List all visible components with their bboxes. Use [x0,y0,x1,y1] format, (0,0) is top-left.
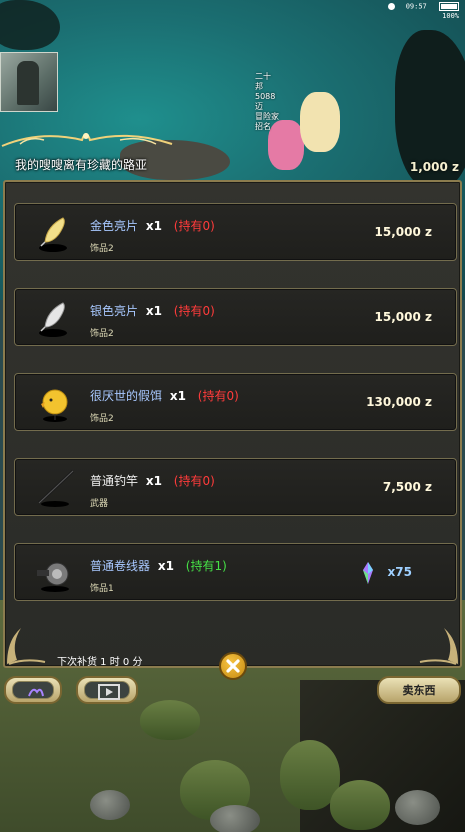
shop-panel: 金色亮片 x1 (持有0) 饰品2 15,000 z 银色亮片 x1 (持有0)… [3,180,462,668]
shop-item-row[interactable]: 普通卷线器 x1 (持有1) 饰品1 x75 [14,543,457,601]
status-bar: 09:57 100% [388,2,459,21]
shop-item-row[interactable]: 金色亮片 x1 (持有0) 饰品2 15,000 z [14,203,457,261]
shopkeeper-avatar [0,52,58,112]
item-owned-count: (持有0) [173,474,215,488]
button-inner [12,681,54,699]
corner-ornament-icon [7,628,46,665]
fishing-reel-icon [37,562,69,592]
item-quantity: x1 [145,474,162,488]
item-category: 饰品2 [90,329,114,339]
video-play-icon [98,684,120,700]
item-category: 饰品2 [90,414,114,424]
close-icon [226,659,240,673]
emote-button[interactable] [4,676,62,704]
item-owned-count: (持有1) [185,559,227,573]
foliage [140,700,200,740]
title-ornament-icon [1,133,173,147]
item-price: 7,500 z [382,480,432,494]
emote-icon [28,688,44,697]
close-button[interactable] [219,652,247,680]
npc-character[interactable] [300,92,340,152]
item-quantity: x1 [169,389,186,403]
item-owned-count: (持有0) [197,389,239,403]
item-quantity: x1 [157,559,174,573]
shop-item-row[interactable]: 普通钓竿 x1 (持有0) 武器 7,500 z [14,458,457,516]
item-quantity: x1 [145,304,162,318]
sell-button[interactable]: 卖东西 [377,676,461,704]
item-name-line: 普通卷线器 x1 (持有1) [90,557,227,574]
fishing-rod-icon [37,469,75,507]
currency-display: 1,000 z [409,160,459,174]
brightness-icon [388,3,396,10]
silver-spoon-lure-icon [39,302,67,337]
item-name-line: 金色亮片 x1 (持有0) [90,217,215,234]
foliage [330,780,390,830]
shop-item-row[interactable]: 很厌世的假饵 x1 (持有0) 饰品2 130,000 z [14,373,457,431]
npc-name: 冒险家 [255,112,279,121]
video-button[interactable] [76,676,138,704]
gold-spoon-lure-icon [39,217,67,252]
clock: 09:57 [405,2,427,11]
item-gem-price: x75 [387,565,412,579]
item-owned-count: (持有0) [173,219,215,233]
rock [395,790,440,825]
item-name: 金色亮片 [90,219,139,233]
yellow-chick-lure-icon [41,389,68,422]
item-name: 银色亮片 [90,304,139,318]
npc-name: 5088 [255,92,276,101]
npc-name: 招名 [255,122,271,131]
item-price: 15,000 z [374,310,432,324]
item-name: 很厌世的假饵 [90,389,163,403]
item-price: 15,000 z [374,225,432,239]
item-category: 饰品1 [90,584,114,594]
corner-ornament-icon [419,628,458,665]
avatar-figure [17,61,39,105]
item-name-line: 很厌世的假饵 x1 (持有0) [90,387,239,404]
npc-name-labels: 二十 邦 5088 迈 冒险家 招名 [255,72,279,132]
battery-level: 100% [442,11,459,20]
item-category: 武器 [90,499,109,509]
item-name: 普通钓竿 [90,474,139,488]
npc-name: 迈 [255,102,263,111]
item-category: 饰品2 [90,244,114,254]
sell-button-label: 卖东西 [402,684,436,697]
button-inner [84,681,130,700]
npc-name: 二十 [255,72,271,81]
rock [90,790,130,820]
npc-name: 邦 [255,82,263,91]
item-name-line: 银色亮片 x1 (持有0) [90,302,215,319]
item-name-line: 普通钓竿 x1 (持有0) [90,472,215,489]
crystal-gem-icon [363,562,373,584]
item-owned-count: (持有0) [173,304,215,318]
shop-item-row[interactable]: 银色亮片 x1 (持有0) 饰品2 15,000 z [14,288,457,346]
item-quantity: x1 [145,219,162,233]
battery-icon [439,2,459,11]
restock-timer: 下次补货 1 时 0 分 [57,657,143,668]
rock [210,805,260,832]
item-name: 普通卷线器 [90,559,151,573]
shop-title: 我的嗖嗖离有珍藏的路亚 [15,158,148,172]
item-price: 130,000 z [366,395,432,409]
